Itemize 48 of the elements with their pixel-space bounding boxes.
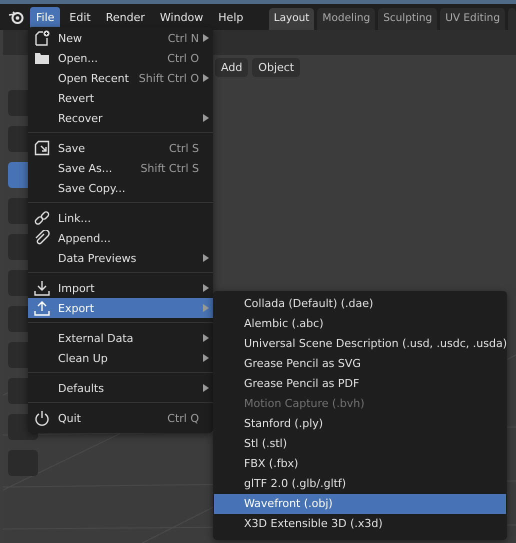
- menu-item[interactable]: External Data: [28, 328, 213, 348]
- menu-item[interactable]: Link...: [28, 208, 213, 228]
- menu-item[interactable]: Clean Up: [28, 348, 213, 368]
- menu-item[interactable]: New Ctrl N: [28, 28, 213, 48]
- folder-icon: [34, 50, 50, 66]
- menu-item[interactable]: glTF 2.0 (.glb/.gltf): [214, 474, 506, 494]
- menu-item[interactable]: Open Recent Shift Ctrl O: [28, 68, 213, 88]
- menu-item[interactable]: Recover: [28, 108, 213, 128]
- workspace-tab[interactable]: Sculpting: [378, 8, 438, 30]
- menu-item[interactable]: Open... Ctrl O: [28, 48, 213, 68]
- menu-item[interactable]: Window: [154, 6, 210, 28]
- menu-item[interactable]: Alembic (.abc): [214, 314, 506, 334]
- menu-item[interactable]: Edit: [63, 6, 97, 28]
- menu-item[interactable]: Append...: [28, 228, 213, 248]
- paperclip-icon: [34, 230, 50, 246]
- menu-item[interactable]: FBX (.fbx): [214, 454, 506, 474]
- menu-item[interactable]: File: [30, 6, 60, 28]
- viewport-menu-button[interactable]: Object: [252, 58, 300, 77]
- menu-item[interactable]: Save Ctrl S: [28, 138, 213, 158]
- export-icon: [34, 300, 50, 316]
- menu-item[interactable]: Universal Scene Description (.usd, .usdc, .usda): [214, 334, 506, 354]
- workspace-tab[interactable]: UV Editing: [440, 8, 505, 30]
- menu-item[interactable]: Render: [100, 6, 151, 28]
- menu-item[interactable]: Export: [28, 298, 213, 318]
- viewport-menu-button[interactable]: Add: [215, 58, 248, 77]
- menu-item[interactable]: Help: [212, 6, 250, 28]
- link-icon: [34, 210, 50, 226]
- logo-icon: [8, 9, 24, 25]
- menu-item[interactable]: Wavefront (.obj): [214, 494, 506, 514]
- power-icon: [34, 410, 50, 426]
- workspace-tab[interactable]: Modeling: [317, 8, 376, 30]
- menu-item[interactable]: Collada (Default) (.dae): [214, 294, 506, 314]
- menu-item[interactable]: Import: [28, 278, 213, 298]
- menu-item[interactable]: Revert: [28, 88, 213, 108]
- new-file-icon: [34, 30, 50, 46]
- import-icon: [34, 280, 50, 296]
- save-icon: [34, 140, 50, 156]
- menu-item[interactable]: Grease Pencil as PDF: [214, 374, 506, 394]
- menu-item[interactable]: Defaults: [28, 378, 213, 398]
- menu-item[interactable]: Save As... Shift Ctrl S: [28, 158, 213, 178]
- menu-item[interactable]: Quit Ctrl Q: [28, 408, 213, 428]
- menu-item[interactable]: Stanford (.ply): [214, 414, 506, 434]
- menu-item[interactable]: Grease Pencil as SVG: [214, 354, 506, 374]
- menu-item[interactable]: Save Copy...: [28, 178, 213, 198]
- workspace-tab[interactable]: Layout: [268, 8, 314, 30]
- menu-item[interactable]: Stl (.stl): [214, 434, 506, 454]
- menu-item[interactable]: Data Previews: [28, 248, 213, 268]
- menu-item[interactable]: X3D Extensible 3D (.x3d): [214, 514, 506, 534]
